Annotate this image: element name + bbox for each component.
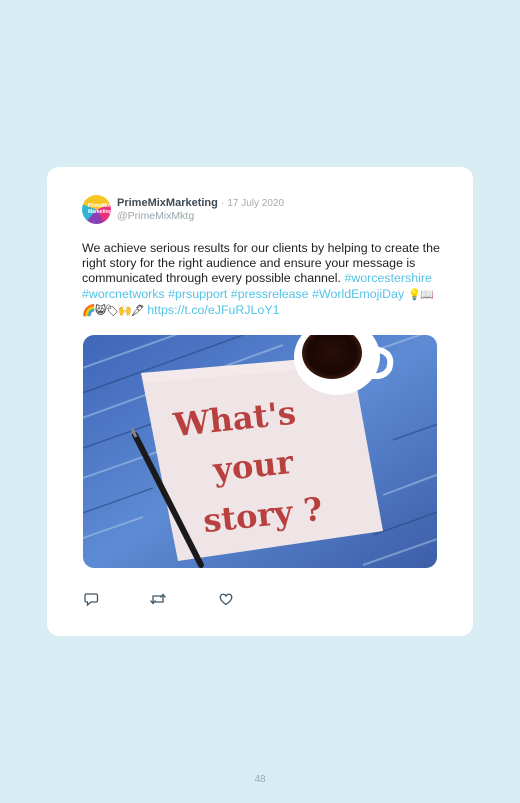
like-icon[interactable] (218, 591, 234, 607)
hashtag-link[interactable]: #prsupport (168, 287, 227, 301)
author-row: PrimeMixMarketing · 17 July 2020 (117, 197, 284, 209)
author-handle[interactable]: @PrimeMixMktg (117, 210, 194, 222)
author-name[interactable]: PrimeMixMarketing (117, 197, 218, 209)
hashtag-link[interactable]: #worcestershire (344, 271, 431, 285)
tweet-image[interactable]: What's your story ? (83, 335, 437, 568)
napkin-photo: What's your story ? (83, 335, 437, 568)
hashtag-link[interactable]: #pressrelease (231, 287, 309, 301)
tweet-date[interactable]: 17 July 2020 (227, 198, 284, 209)
separator: · (220, 198, 225, 209)
retweet-icon[interactable] (149, 591, 166, 607)
avatar-logo-text: PrimeMix Marketing (88, 203, 111, 215)
hashtag-link[interactable]: #WorldEmojiDay (312, 287, 404, 301)
tweet-card: PrimeMix Marketing PrimeMixMarketing · 1… (47, 167, 473, 636)
tweet-actions (83, 591, 283, 609)
reply-icon[interactable] (83, 591, 99, 607)
tweet-link[interactable]: https://t.co/eJFuRJLoY1 (147, 303, 279, 317)
tweet-text: We achieve serious results for our clien… (82, 241, 442, 319)
avatar[interactable]: PrimeMix Marketing (82, 195, 111, 224)
page-number: 48 (254, 774, 266, 785)
hashtag-link[interactable]: #worcnetworks (82, 287, 165, 301)
